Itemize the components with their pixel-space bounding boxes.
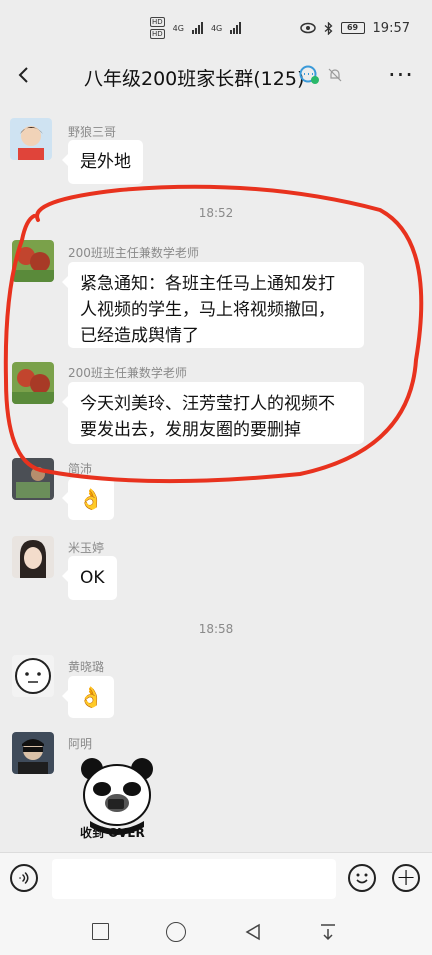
avatar[interactable] [12,655,54,697]
emoji-bubble[interactable]: 👌 [62,478,114,520]
system-nav-bar [0,904,432,955]
message-text-line: 已经造成舆情了 [80,326,199,346]
signal-icon [191,22,203,34]
sender-name: 黄晓璐 [68,660,105,674]
input-bar: + [0,852,432,904]
group-chat-icon [299,65,319,84]
message-text: OK [80,568,105,588]
avatar[interactable] [12,362,54,404]
message-bubble[interactable]: OK [62,556,117,600]
message-text-line: 人视频的学生，马上将视频撤回， [80,300,335,320]
emoji-icon[interactable] [348,864,376,892]
sender-name: 200班班主任兼数学老师 [68,246,199,260]
avatar[interactable] [12,536,54,578]
avatar[interactable] [12,732,54,774]
network-indicators: HD HD 4G 4G [150,17,242,39]
chat-header: 八年级200班家长群(125) ··· [0,56,432,96]
voice-input-icon[interactable] [10,864,38,892]
sender-name: 米玉婷 [68,541,105,555]
ok-hand-emoji: 👌 [78,487,104,511]
network-type: 4G [172,23,184,33]
hd-badge: HD [150,29,165,39]
sender-name: 200班主任兼数学老师 [68,366,187,380]
avatar[interactable] [12,240,54,282]
home-icon[interactable] [166,922,186,942]
timestamp: 18:52 [198,206,234,220]
timestamp: 18:58 [198,622,234,636]
sender-name: 简沛 [68,462,93,476]
mute-bell-icon [328,68,342,82]
ok-hand-emoji: 👌 [78,685,104,709]
message-bubble[interactable]: 紧急通知：各班主任马上通知发打 人视频的学生，马上将视频撤回， 已经造成舆情了 [62,262,364,348]
message-text-line: 紧急通知：各班主任马上通知发打 [80,274,335,294]
message-text-line: 要发出去，发朋友圈的要删掉 [80,420,301,440]
emoji-bubble[interactable]: 👌 [62,676,114,718]
eye-icon [299,22,316,34]
notification-pull-icon[interactable] [318,922,338,942]
chevron-left-icon[interactable] [14,65,34,85]
sticker-caption: 收到 OVER [80,826,145,840]
network-type: 4G [210,23,223,33]
status-bar: HD HD 4G 4G 69 19:57 [0,0,432,56]
hd-badge: HD [150,17,165,27]
clock: 19:57 [372,20,410,36]
message-bubble[interactable]: 今天刘美玲、汪芳莹打人的视频不 要发出去，发朋友圈的要删掉 [62,382,364,444]
message-text: 是外地 [80,152,131,172]
message-text-line: 今天刘美玲、汪芳莹打人的视频不 [80,394,335,414]
recent-apps-icon[interactable] [92,923,109,940]
avatar[interactable] [10,118,52,160]
avatar[interactable] [12,458,54,500]
battery-icon: 69 [340,22,365,34]
back-triangle-icon[interactable] [244,923,262,941]
plus-icon[interactable]: + [392,864,420,892]
signal-icon [230,22,242,34]
sender-name: 阿明 [68,737,93,751]
bluetooth-icon [324,21,332,35]
more-dots-icon[interactable]: ··· [388,61,414,89]
chat-title: 八年级200班家长群(125) [84,68,305,90]
message-input[interactable] [52,859,336,899]
message-bubble[interactable]: 是外地 [62,140,143,184]
sender-name: 野狼三哥 [68,125,117,139]
